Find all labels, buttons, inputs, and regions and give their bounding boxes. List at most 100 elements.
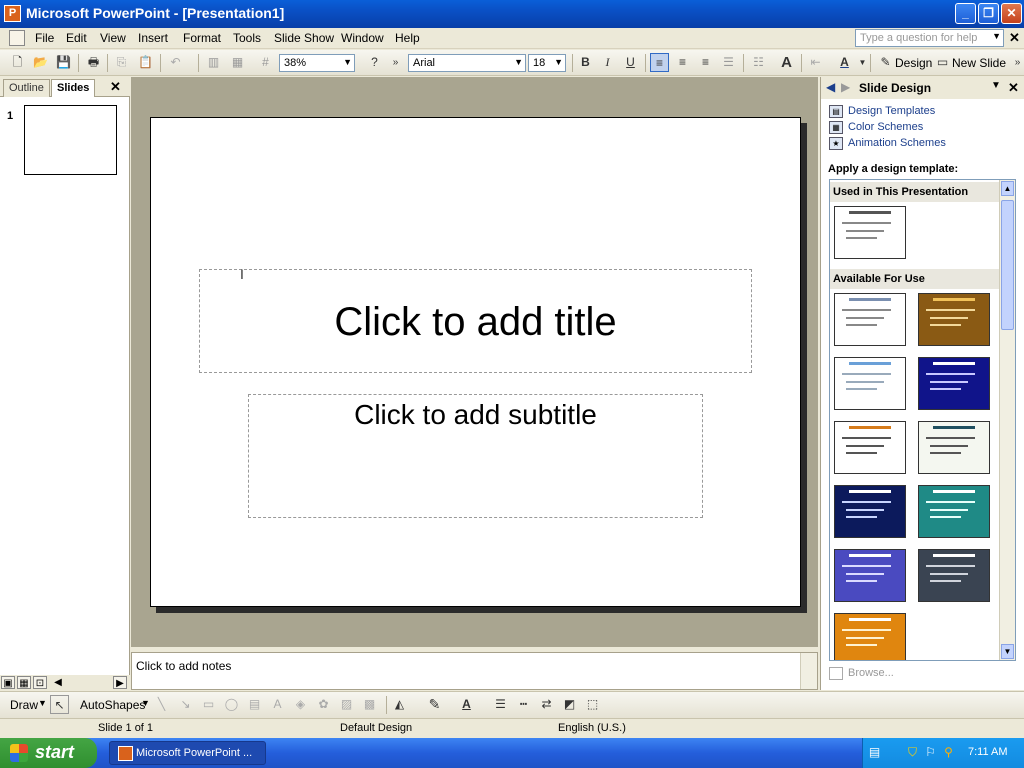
scroll-right-icon[interactable]: ▶ xyxy=(113,676,127,689)
menu-format[interactable]: Format xyxy=(183,31,221,45)
design-button[interactable]: Design xyxy=(895,56,932,70)
dash-style-icon[interactable]: ┅ xyxy=(514,695,533,714)
textbox-icon[interactable]: ▤ xyxy=(245,695,264,714)
print-icon[interactable]: 🖶 xyxy=(84,53,103,72)
align-right-icon[interactable]: ≡ xyxy=(696,53,715,72)
slide-thumbnail[interactable] xyxy=(24,105,117,175)
font-color-icon[interactable]: A xyxy=(457,695,476,714)
notes-scrollbar[interactable] xyxy=(800,653,817,689)
network-icon[interactable]: ⚐ xyxy=(923,745,938,760)
chevron-down-icon[interactable]: ▼ xyxy=(141,698,150,708)
toolbar-options-icon[interactable]: » xyxy=(1008,53,1024,72)
search-icon[interactable]: ⚲ xyxy=(941,745,956,760)
bullets-icon[interactable]: ☷ xyxy=(749,53,768,72)
image-icon[interactable]: ▩ xyxy=(360,695,379,714)
close-icon[interactable]: ✕ xyxy=(1008,80,1019,96)
line-style-icon[interactable]: ☰ xyxy=(491,695,510,714)
picture-icon[interactable]: ▨ xyxy=(337,695,356,714)
scroll-up-icon[interactable]: ▲ xyxy=(1001,181,1014,196)
new-slide-button[interactable]: New Slide xyxy=(952,56,1006,70)
toolbar-options-icon[interactable]: » xyxy=(386,53,405,72)
menu-edit[interactable]: Edit xyxy=(66,31,87,45)
slide-sorter-icon[interactable]: ▦ xyxy=(17,676,31,689)
restore-button[interactable]: ❐ xyxy=(978,3,999,24)
draw-menu-button[interactable]: Draw xyxy=(10,698,38,712)
design-template-thumbnail[interactable] xyxy=(918,485,990,538)
arrow-style-icon[interactable]: ⇄ xyxy=(537,695,556,714)
new-slide-icon[interactable]: ▭ xyxy=(933,53,952,72)
oval-icon[interactable]: ◯ xyxy=(222,695,241,714)
forward-icon[interactable]: ▶ xyxy=(841,80,850,94)
notes-pane[interactable]: Click to add notes xyxy=(131,652,818,690)
show-grid-icon[interactable]: # xyxy=(256,53,275,72)
open-icon[interactable]: 📂 xyxy=(31,53,50,72)
design-template-thumbnail[interactable] xyxy=(918,421,990,474)
design-templates-link[interactable]: Design Templates xyxy=(848,105,935,117)
design-template-thumbnail[interactable] xyxy=(834,206,906,259)
increase-font-icon[interactable]: A xyxy=(777,53,796,72)
clipart-icon[interactable]: ✿ xyxy=(314,695,333,714)
align-center-icon[interactable]: ≡ xyxy=(673,53,692,72)
help-search-input[interactable]: Type a question for help ▼ xyxy=(855,29,1004,47)
design-template-thumbnail[interactable] xyxy=(834,357,906,410)
title-placeholder[interactable]: Click to add title xyxy=(199,269,752,373)
shadow-icon[interactable]: ◩ xyxy=(560,695,579,714)
chevron-down-icon[interactable]: ▼ xyxy=(554,57,563,67)
insert-chart-icon[interactable]: ▥ xyxy=(204,53,223,72)
chevron-down-icon[interactable]: ▼ xyxy=(514,57,523,67)
underline-button[interactable]: U xyxy=(621,53,640,72)
arrow-icon[interactable]: ↘ xyxy=(176,695,195,714)
animation-schemes-link[interactable]: Animation Schemes xyxy=(848,137,946,149)
line-icon[interactable]: ╲ xyxy=(152,695,171,714)
browse-link[interactable]: Browse... xyxy=(848,667,894,679)
font-color-icon[interactable]: A xyxy=(835,53,854,72)
font-size-select[interactable]: 18 ▼ xyxy=(528,54,566,72)
menu-view[interactable]: View xyxy=(100,31,126,45)
subtitle-placeholder[interactable]: Click to add subtitle xyxy=(248,394,703,518)
chevron-down-icon[interactable]: ▼ xyxy=(38,698,47,708)
save-icon[interactable]: 💾 xyxy=(54,53,73,72)
design-template-thumbnail[interactable] xyxy=(834,549,906,602)
security-shield-icon[interactable]: ⛉ xyxy=(905,745,920,760)
design-icon[interactable]: ✎ xyxy=(876,53,895,72)
menu-window[interactable]: Window xyxy=(341,31,384,45)
design-template-thumbnail[interactable] xyxy=(834,293,906,346)
align-left-icon[interactable]: ≡ xyxy=(650,53,669,72)
menu-help[interactable]: Help xyxy=(395,31,420,45)
insert-table-icon[interactable]: ▦ xyxy=(228,53,247,72)
design-template-thumbnail[interactable] xyxy=(834,613,906,660)
justify-icon[interactable]: ☰ xyxy=(719,53,738,72)
design-template-thumbnail[interactable] xyxy=(834,421,906,474)
gallery-scrollbar[interactable]: ▲ ▼ xyxy=(999,180,1015,660)
menu-slide-show[interactable]: Slide Show xyxy=(274,31,334,45)
minimize-button[interactable]: _ xyxy=(955,3,976,24)
diagram-icon[interactable]: ◈ xyxy=(291,695,310,714)
new-icon[interactable]: 🗋 xyxy=(8,53,27,72)
design-template-thumbnail[interactable] xyxy=(834,485,906,538)
menu-insert[interactable]: Insert xyxy=(138,31,168,45)
menu-file[interactable]: File xyxy=(35,31,54,45)
line-color-icon[interactable]: ✎ xyxy=(425,695,444,714)
copy-icon[interactable]: ⎘ xyxy=(112,53,131,72)
help-icon[interactable]: ? xyxy=(365,53,384,72)
design-template-thumbnail[interactable] xyxy=(918,357,990,410)
slide-canvas[interactable]: Click to add title Click to add subtitle xyxy=(150,117,801,607)
scroll-thumb[interactable] xyxy=(1001,200,1014,330)
chevron-down-icon[interactable]: ▼ xyxy=(992,31,1001,41)
tab-slides[interactable]: Slides xyxy=(51,79,96,97)
menu-tools[interactable]: Tools xyxy=(233,31,261,45)
chevron-down-icon[interactable]: ▼ xyxy=(991,80,1001,91)
decrease-indent-icon[interactable]: ⇤ xyxy=(806,53,825,72)
normal-view-icon[interactable]: ▣ xyxy=(1,676,15,689)
document-close-icon[interactable]: ✕ xyxy=(1009,30,1020,46)
wordart-icon[interactable]: A xyxy=(268,695,287,714)
powerpoint-icon[interactable]: P xyxy=(4,5,21,22)
scroll-left-icon[interactable]: ◀ xyxy=(51,676,65,689)
tab-outline[interactable]: Outline xyxy=(3,79,50,97)
autoshapes-button[interactable]: AutoShapes xyxy=(80,698,145,712)
keyboard-icon[interactable]: ▤ xyxy=(867,745,882,760)
font-select[interactable]: Arial ▼ xyxy=(408,54,526,72)
zoom-select[interactable]: 38% ▼ xyxy=(279,54,355,72)
close-button[interactable]: ✕ xyxy=(1001,3,1022,24)
document-icon[interactable] xyxy=(9,30,25,46)
